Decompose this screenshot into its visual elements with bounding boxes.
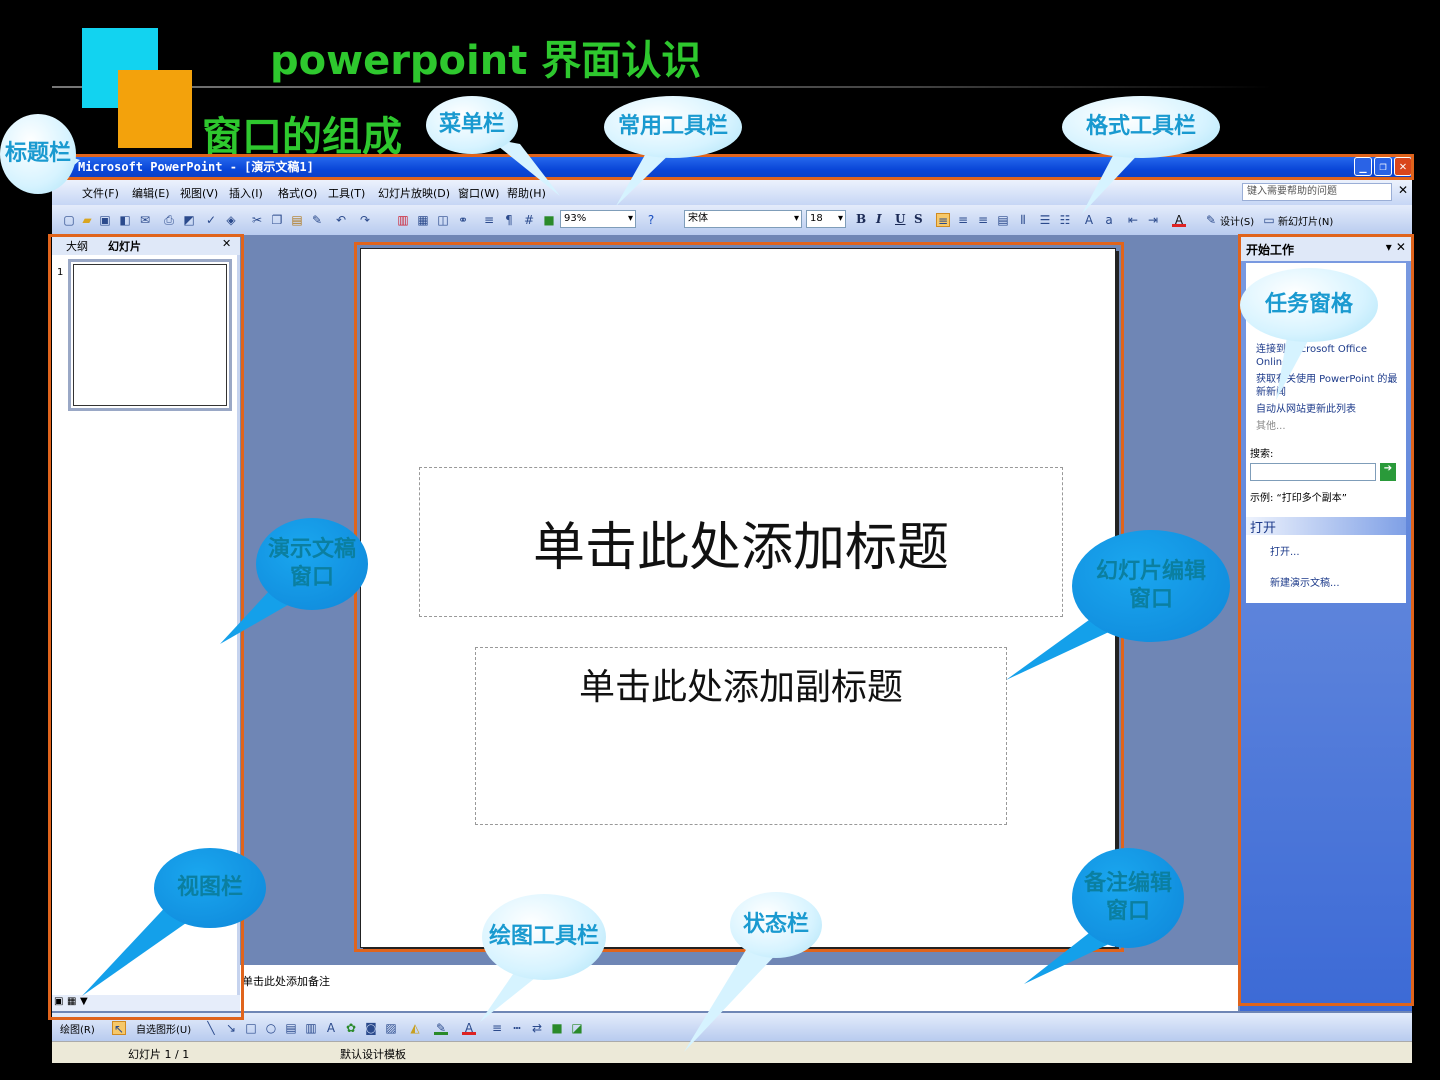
- callout-view-bar: 视图栏: [154, 848, 266, 928]
- callout-format-toolbar: 格式工具栏: [1062, 96, 1220, 158]
- callout-slide-edit: 幻灯片编辑窗口: [1072, 530, 1230, 642]
- callout-status-bar: 状态栏: [730, 892, 822, 958]
- callout-standard-toolbar: 常用工具栏: [604, 96, 742, 158]
- callout-menu-bar: 菜单栏: [426, 96, 518, 154]
- callout-notes-pane: 备注编辑窗口: [1072, 848, 1184, 948]
- callout-outline-pane: 演示文稿窗口: [256, 518, 368, 610]
- callout-task-pane: 任务窗格: [1240, 268, 1378, 342]
- callout-draw-toolbar: 绘图工具栏: [482, 894, 606, 980]
- callout-title-bar: 标题栏: [0, 114, 76, 194]
